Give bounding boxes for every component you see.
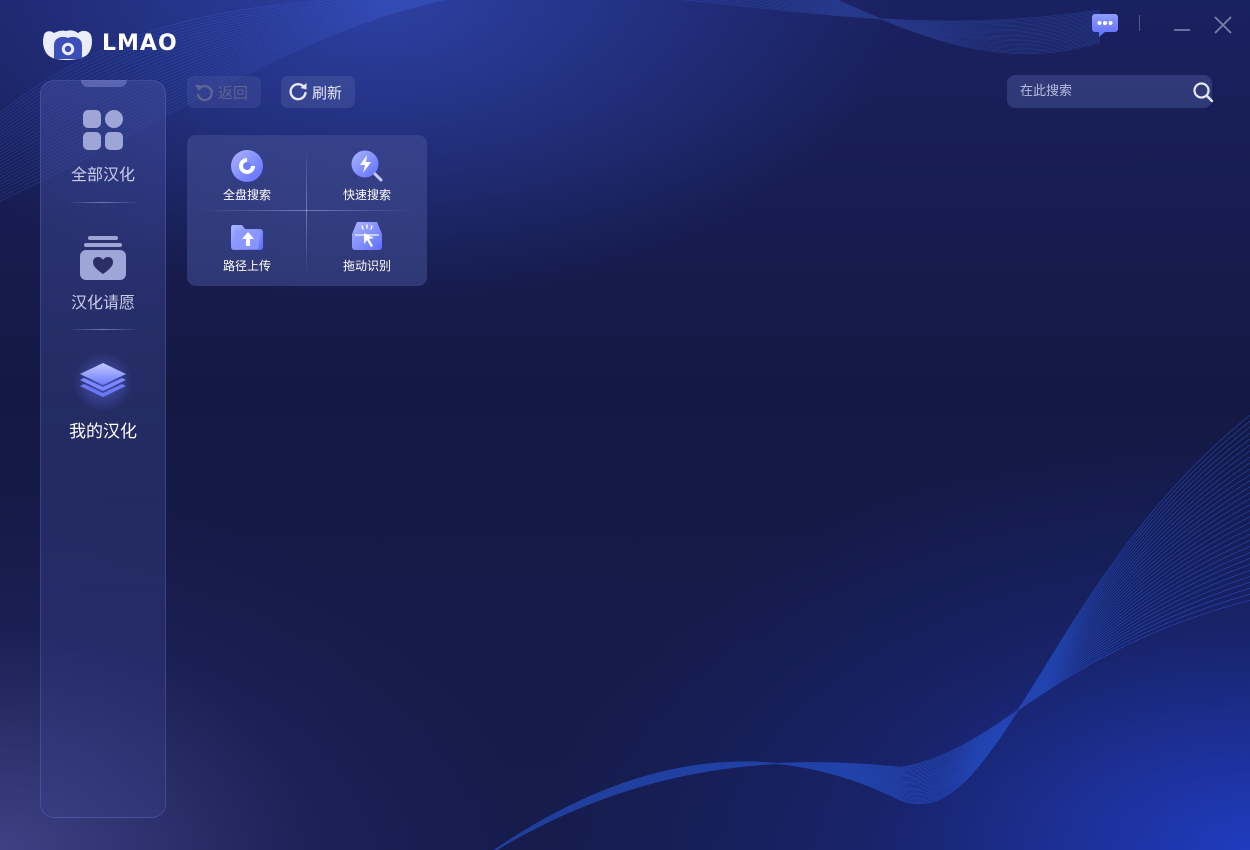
- wave-line: [495, 588, 1250, 850]
- close-icon: [1214, 16, 1232, 34]
- sidebar-item-my-localizations[interactable]: 我的汉化: [41, 337, 165, 447]
- sidebar: 全部汉化 汉化请愿 我的汉化: [40, 80, 166, 818]
- window-controls-divider: [1139, 15, 1140, 31]
- sidebar-divider: [67, 329, 139, 330]
- wave-line: [494, 528, 1250, 850]
- wave-line: [495, 593, 1250, 850]
- heart-box-icon: [79, 235, 127, 281]
- sidebar-item-all-localizations[interactable]: 全部汉化: [41, 81, 165, 191]
- quick-search-icon: [350, 149, 384, 183]
- background-waves: [0, 0, 1250, 850]
- sidebar-divider: [67, 202, 139, 203]
- wave-line: [493, 432, 1250, 850]
- wave-line: [494, 480, 1250, 850]
- wave-line: [494, 534, 1250, 850]
- search-input[interactable]: [1007, 74, 1192, 109]
- search-icon: [1193, 81, 1214, 102]
- search-box: [1007, 74, 1214, 109]
- wave-line: [494, 462, 1250, 850]
- back-button[interactable]: 返回: [187, 76, 261, 108]
- refresh-icon: [289, 82, 307, 101]
- search-button[interactable]: [1192, 75, 1214, 108]
- wave-line: [495, 558, 1250, 850]
- app-window: LMAO 全部汉化 汉化请愿 我的汉化 返回 刷新 在此搜索 全盘搜索 快速搜索…: [0, 0, 1250, 850]
- wave-line: [493, 438, 1250, 850]
- quick-search-button[interactable]: 快速搜索: [307, 135, 427, 210]
- wave-line: [493, 426, 1250, 850]
- close-button[interactable]: [1206, 0, 1240, 50]
- app-logo: LMAO: [42, 24, 178, 62]
- undo-icon: [195, 84, 213, 102]
- minimize-button[interactable]: [1166, 0, 1198, 50]
- wave-line: [494, 450, 1250, 850]
- wave-line: [494, 504, 1250, 850]
- sidebar-item-label: 全部汉化: [70, 165, 135, 184]
- disk-search-icon: [230, 149, 264, 183]
- cat-logo-icon: [43, 30, 92, 60]
- wave-line: [494, 516, 1250, 850]
- chat-bubble-icon: [1092, 14, 1118, 37]
- wave-line: [494, 522, 1250, 850]
- drag-recognize-icon: [350, 220, 384, 254]
- wave-line: [495, 599, 1250, 850]
- panel-item-label: 拖动识别: [342, 259, 391, 273]
- wave-line: [494, 474, 1250, 850]
- back-label: 返回: [218, 83, 249, 102]
- app-name: LMAO: [102, 30, 178, 56]
- sidebar-item-localization-petition[interactable]: 汉化请愿: [41, 209, 165, 319]
- wave-line: [495, 576, 1250, 850]
- layers-icon: [72, 352, 134, 412]
- sidebar-item-label: 我的汉化: [69, 422, 137, 442]
- sidebar-item-label: 汉化请愿: [70, 293, 135, 312]
- wave-line: [495, 570, 1250, 850]
- action-panel: 全盘搜索 快速搜索 路径上传 拖动识别: [187, 135, 427, 286]
- wave-line: [494, 492, 1250, 850]
- path-upload-button[interactable]: 路径上传: [187, 210, 307, 285]
- wave-line: [493, 414, 1250, 850]
- panel-item-label: 路径上传: [222, 259, 271, 273]
- refresh-button[interactable]: 刷新: [281, 76, 355, 108]
- panel-item-label: 快速搜索: [342, 188, 391, 202]
- wave-line: [494, 510, 1250, 850]
- wave-line: [495, 552, 1250, 850]
- wave-line: [494, 540, 1250, 850]
- chat-button[interactable]: [1086, 0, 1124, 50]
- wave-line: [494, 444, 1250, 850]
- wave-line: [495, 582, 1250, 850]
- folder-upload-icon: [229, 220, 265, 254]
- wave-line: [494, 486, 1250, 850]
- minimize-icon: [1174, 29, 1190, 31]
- wave-line: [495, 564, 1250, 850]
- drag-recognize-button[interactable]: 拖动识别: [307, 210, 427, 285]
- wave-line: [494, 546, 1250, 850]
- wave-line: [494, 498, 1250, 850]
- full-disk-search-button[interactable]: 全盘搜索: [187, 135, 307, 210]
- panel-item-label: 全盘搜索: [222, 188, 271, 202]
- wave-line: [493, 420, 1250, 850]
- grid-apps-icon: [81, 107, 125, 153]
- refresh-label: 刷新: [312, 83, 343, 102]
- wave-line: [494, 468, 1250, 850]
- wave-line: [494, 456, 1250, 850]
